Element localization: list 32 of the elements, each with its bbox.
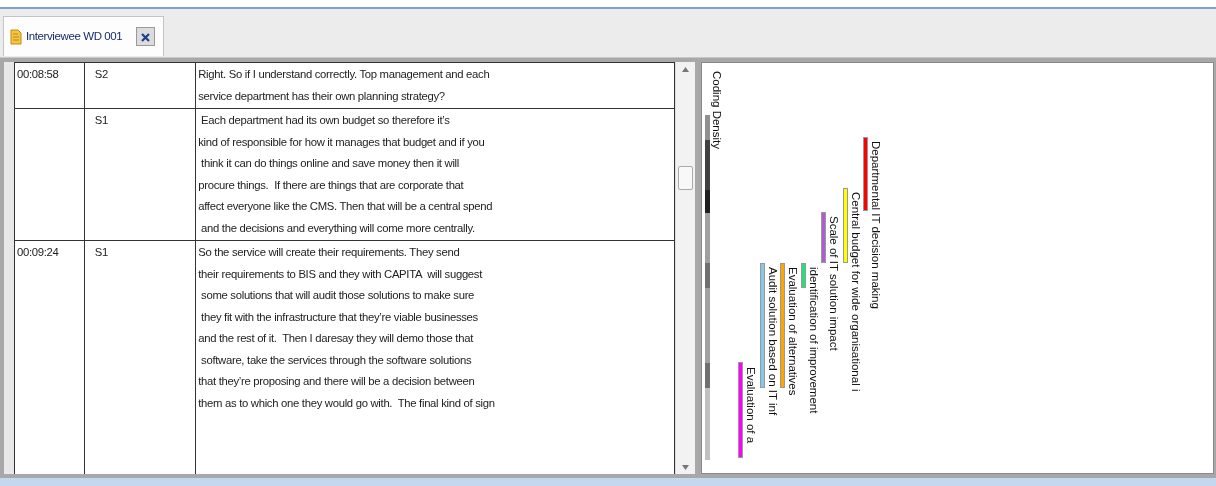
coding-stripe[interactable] bbox=[760, 263, 765, 388]
close-button[interactable] bbox=[136, 27, 156, 46]
coding-stripe[interactable] bbox=[843, 188, 848, 263]
scrollbar[interactable] bbox=[675, 62, 695, 474]
tab-label: Interviewee WD 001 bbox=[26, 28, 123, 44]
stripe-label: identification of improvement bbox=[808, 267, 819, 414]
stripe-label: Central budget for wide organisational i bbox=[850, 192, 861, 392]
speaker-label: S2 bbox=[94, 68, 109, 80]
stripe-label: Audit solution based on IT inf bbox=[767, 267, 778, 416]
stripe-label: Evaluation of alternatives bbox=[787, 267, 798, 396]
stripe-label: Departmental IT decision making bbox=[870, 141, 881, 309]
close-icon bbox=[141, 33, 151, 43]
coding-stripe[interactable] bbox=[863, 137, 868, 211]
scroll-down-icon[interactable] bbox=[682, 464, 689, 470]
coding-stripe[interactable] bbox=[801, 263, 806, 288]
document-tab[interactable]: Interviewee WD 001 bbox=[3, 16, 165, 56]
coding-density-label: Coding Density bbox=[711, 71, 722, 149]
transcript-text: Right. So if I understand correctly. Top management and each service department has their own planning strategy? bbox=[198, 67, 490, 104]
coding-stripe[interactable] bbox=[780, 263, 785, 388]
timestamp: 00:08:58 bbox=[17, 68, 59, 80]
scroll-up-icon[interactable] bbox=[682, 66, 689, 72]
speaker-label: S1 bbox=[94, 114, 109, 126]
coding-stripe[interactable] bbox=[738, 362, 743, 458]
coding-stripe[interactable] bbox=[821, 212, 826, 263]
transcript-text: Each department had its own budget so therefore it’s kind of responsible for how it manages that budget and if you think it can do things online and save money then it will procure things. If there are things that are corporate that affect everyone like the CMS. Then that will be a central spend and the decisions and everything will come more centrally. bbox=[198, 113, 493, 236]
scroll-thumb[interactable] bbox=[678, 166, 693, 190]
transcript-text: So the service will create their requirements. They send their requirements to BIS and they with CAPITA will suggest some solutions that will audit those solutions to make sure they fit with the infrastructure that they’re viable businesses and the rest of it. Then I daresay they will demo those that software, take the services through the software solutions that they’re proposing and there will be a decision between them as to which one they would go with. The final kind of sign bbox=[198, 245, 495, 411]
stripe-label: Evaluation of a bbox=[745, 367, 756, 444]
speaker-label: S1 bbox=[94, 246, 109, 258]
document-icon bbox=[10, 28, 22, 45]
stripe-label: Scale of IT solution impact bbox=[828, 216, 839, 351]
timestamp: 00:09:24 bbox=[17, 246, 59, 258]
